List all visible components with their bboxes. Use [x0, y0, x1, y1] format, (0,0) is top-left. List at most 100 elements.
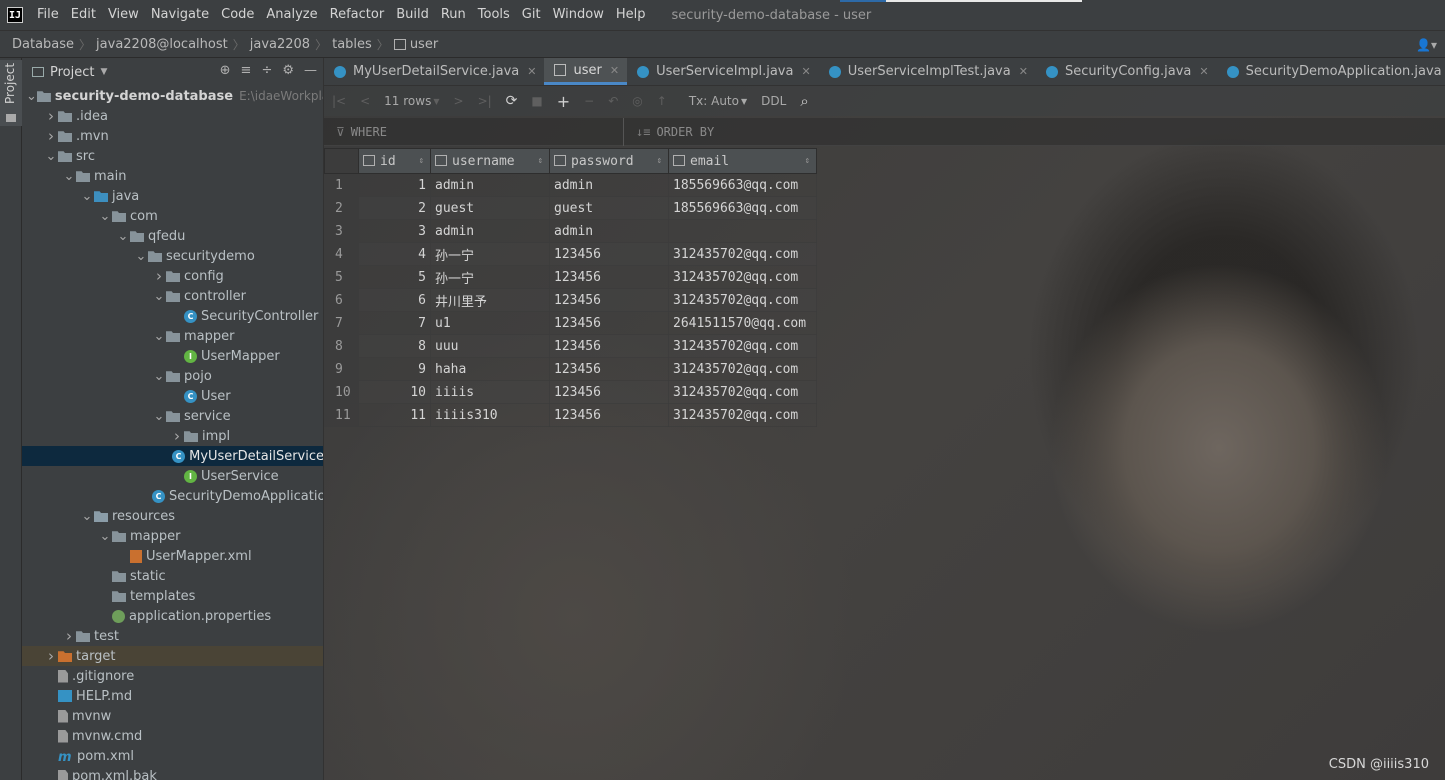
tree-item[interactable]: I UserMapper: [22, 346, 323, 366]
email-cell[interactable]: [668, 219, 817, 243]
menu-git[interactable]: Git: [516, 0, 547, 30]
menu-navigate[interactable]: Navigate: [145, 0, 215, 30]
id-cell[interactable]: 10: [358, 380, 431, 404]
chevron-right-icon[interactable]: ›: [44, 127, 58, 145]
password-cell[interactable]: admin: [549, 173, 669, 197]
tree-item[interactable]: ⌄ qfedu: [22, 226, 323, 246]
menu-run[interactable]: Run: [435, 0, 472, 30]
id-cell[interactable]: 8: [358, 334, 431, 358]
chevron-down-icon[interactable]: ⌄: [98, 209, 112, 224]
tree-item[interactable]: ⌄ resources: [22, 506, 323, 526]
table-row[interactable]: 8 8 uuu 123456 312435702@qq.com: [324, 334, 817, 358]
username-cell[interactable]: 孙一宁: [430, 242, 550, 266]
username-cell[interactable]: admin: [430, 173, 550, 197]
id-cell[interactable]: 4: [358, 242, 431, 266]
row-number-cell[interactable]: 1: [324, 173, 359, 197]
id-cell[interactable]: 1: [358, 173, 431, 197]
tree-item[interactable]: ⌄ main: [22, 166, 323, 186]
delete-row-icon[interactable]: −: [584, 94, 594, 108]
password-cell[interactable]: 123456: [549, 311, 669, 335]
tree-item[interactable]: ⌄ src: [22, 146, 323, 166]
username-cell[interactable]: iiiis310: [430, 403, 550, 427]
password-cell[interactable]: 123456: [549, 380, 669, 404]
chevron-down-icon[interactable]: ⌄: [98, 529, 112, 544]
submit-icon[interactable]: ↑: [657, 94, 667, 108]
email-cell[interactable]: 312435702@qq.com: [668, 288, 817, 312]
email-cell[interactable]: 312435702@qq.com: [668, 403, 817, 427]
chevron-down-icon[interactable]: ▼: [100, 67, 107, 77]
chevron-down-icon[interactable]: ⌄: [152, 369, 166, 384]
username-cell[interactable]: 井川里予: [430, 288, 550, 312]
email-cell[interactable]: 312435702@qq.com: [668, 334, 817, 358]
row-number-cell[interactable]: 11: [324, 403, 359, 427]
tree-item[interactable]: mvnw.cmd: [22, 726, 323, 746]
email-cell[interactable]: 185569663@qq.com: [668, 173, 817, 197]
email-cell[interactable]: 312435702@qq.com: [668, 380, 817, 404]
username-cell[interactable]: guest: [430, 196, 550, 220]
id-cell[interactable]: 9: [358, 357, 431, 381]
chevron-down-icon[interactable]: ⌄: [62, 169, 76, 184]
sort-arrows-icon[interactable]: ⇕: [419, 156, 424, 166]
username-cell[interactable]: uuu: [430, 334, 550, 358]
chevron-down-icon[interactable]: ⌄: [80, 509, 94, 524]
table-row[interactable]: 3 3 admin admin: [324, 219, 817, 243]
project-tool-tab[interactable]: Project: [0, 60, 22, 126]
table-row[interactable]: 10 10 iiiis 123456 312435702@qq.com: [324, 380, 817, 404]
add-row-icon[interactable]: +: [557, 92, 570, 111]
previous-page-icon[interactable]: <: [360, 94, 370, 108]
id-cell[interactable]: 11: [358, 403, 431, 427]
id-cell[interactable]: 5: [358, 265, 431, 289]
tree-item[interactable]: I UserService: [22, 466, 323, 486]
tree-item[interactable]: › test: [22, 626, 323, 646]
last-page-icon[interactable]: >|: [478, 94, 492, 108]
tree-item[interactable]: C SecurityController: [22, 306, 323, 326]
menu-help[interactable]: Help: [610, 0, 652, 30]
username-cell[interactable]: haha: [430, 357, 550, 381]
chevron-down-icon[interactable]: ⌄: [152, 409, 166, 424]
chevron-down-icon[interactable]: ▼: [433, 97, 439, 106]
table-row[interactable]: 9 9 haha 123456 312435702@qq.com: [324, 357, 817, 381]
tree-item[interactable]: › target: [22, 646, 323, 666]
gear-icon[interactable]: ⚙: [282, 63, 294, 78]
row-number-cell[interactable]: 4: [324, 242, 359, 266]
chevron-down-icon[interactable]: ⌄: [26, 89, 37, 104]
tree-item[interactable]: ⌄ controller: [22, 286, 323, 306]
tree-item[interactable]: HELP.md: [22, 686, 323, 706]
expand-all-icon[interactable]: ≡: [241, 63, 252, 78]
tree-item[interactable]: templates: [22, 586, 323, 606]
project-panel-title[interactable]: Project: [50, 65, 94, 80]
id-cell[interactable]: 7: [358, 311, 431, 335]
row-number-cell[interactable]: 10: [324, 380, 359, 404]
breadcrumb-connection[interactable]: java2208@localhost: [96, 37, 228, 52]
table-row[interactable]: 7 7 u1 123456 2641511570@qq.com: [324, 311, 817, 335]
stop-icon[interactable]: ■: [531, 94, 542, 108]
tree-item[interactable]: ⌄ com: [22, 206, 323, 226]
table-row[interactable]: 1 1 admin admin 185569663@qq.com: [324, 173, 817, 197]
tree-item[interactable]: › impl: [22, 426, 323, 446]
menu-file[interactable]: File: [31, 0, 65, 30]
hide-icon[interactable]: —: [304, 63, 317, 78]
row-number-cell[interactable]: 6: [324, 288, 359, 312]
tree-item[interactable]: C User: [22, 386, 323, 406]
table-row[interactable]: 5 5 孙一宁 123456 312435702@qq.com: [324, 265, 817, 289]
id-cell[interactable]: 6: [358, 288, 431, 312]
tree-item[interactable]: ⌄ java: [22, 186, 323, 206]
tree-item[interactable]: ⌄ mapper: [22, 526, 323, 546]
row-number-cell[interactable]: 3: [324, 219, 359, 243]
tree-item[interactable]: ⌄ service: [22, 406, 323, 426]
editor-tab[interactable]: SecurityConfig.java ✕: [1036, 58, 1217, 85]
editor-tab[interactable]: MyUserDetailService.java ✕: [324, 58, 544, 85]
id-cell[interactable]: 2: [358, 196, 431, 220]
table-row[interactable]: 6 6 井川里予 123456 312435702@qq.com: [324, 288, 817, 312]
breadcrumb-tables[interactable]: tables: [332, 37, 372, 52]
username-cell[interactable]: admin: [430, 219, 550, 243]
chevron-down-icon[interactable]: ⌄: [152, 289, 166, 304]
id-cell[interactable]: 3: [358, 219, 431, 243]
tree-item[interactable]: › config: [22, 266, 323, 286]
close-icon[interactable]: ✕: [610, 64, 619, 77]
row-number-cell[interactable]: 5: [324, 265, 359, 289]
menu-refactor[interactable]: Refactor: [324, 0, 391, 30]
chevron-right-icon[interactable]: ›: [170, 427, 184, 445]
locate-icon[interactable]: ⊕: [220, 63, 231, 78]
first-page-icon[interactable]: |<: [332, 94, 346, 108]
